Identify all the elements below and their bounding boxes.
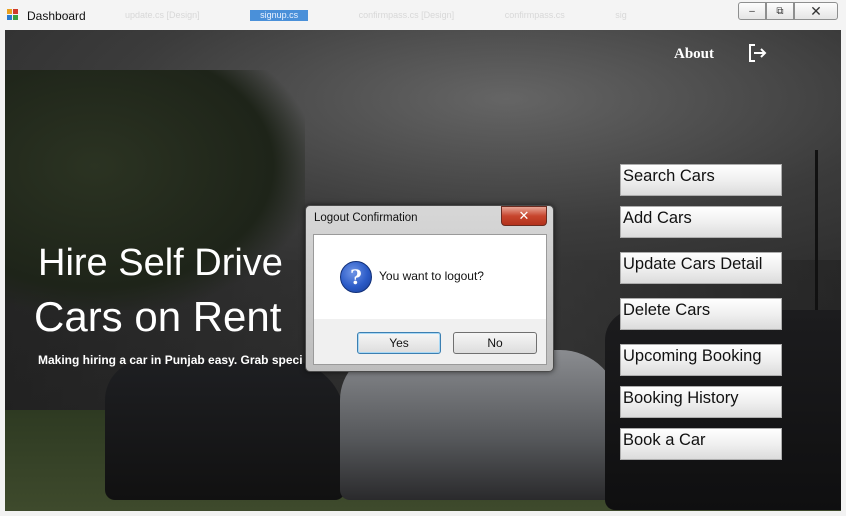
background-tabs: ign] update.cs [Design] signup.cs confir… <box>60 10 746 24</box>
window-title: Dashboard <box>27 9 86 23</box>
background-tab: confirmpass.cs [Design] <box>358 10 455 20</box>
maximize-button[interactable]: ⧉ <box>766 2 794 20</box>
dialog-title: Logout Confirmation <box>314 212 418 224</box>
logout-confirmation-dialog: Logout Confirmation ✕ ? You want to logo… <box>305 205 554 372</box>
hero-tagline: Making hiring a car in Punjab easy. Grab… <box>38 353 303 367</box>
app-icon <box>7 9 20 22</box>
dialog-message-area: ? You want to logout? <box>314 235 546 319</box>
yes-button[interactable]: Yes <box>357 332 441 354</box>
about-link[interactable]: About <box>674 46 714 63</box>
background-photo-pole <box>815 150 818 330</box>
add-cars-button[interactable]: Add Cars <box>620 206 782 238</box>
background-tab: update.cs [Design] <box>125 10 200 20</box>
search-cars-button[interactable]: Search Cars <box>620 164 782 196</box>
upcoming-booking-button[interactable]: Upcoming Booking <box>620 344 782 376</box>
background-tab: confirmpass.cs <box>504 10 565 20</box>
window-controls: – ⧉ ✕ <box>738 2 838 20</box>
dialog-body: ? You want to logout? Yes No <box>313 234 547 365</box>
booking-history-button[interactable]: Booking History <box>620 386 782 418</box>
book-a-car-button[interactable]: Book a Car <box>620 428 782 460</box>
no-button[interactable]: No <box>453 332 537 354</box>
logout-icon[interactable] <box>746 42 768 64</box>
dialog-message: You want to logout? <box>379 269 484 283</box>
question-icon: ? <box>340 261 372 293</box>
dialog-close-button[interactable]: ✕ <box>501 206 547 226</box>
window-titlebar: ign] update.cs [Design] signup.cs confir… <box>0 0 846 30</box>
background-photo-car <box>105 360 345 500</box>
hero-heading-line2: Cars on Rent <box>34 293 282 340</box>
close-button[interactable]: ✕ <box>794 2 838 20</box>
background-tab: signup.cs <box>250 10 309 21</box>
hero-heading-line1: Hire Self Drive <box>38 242 283 284</box>
background-tab: sig <box>615 10 627 20</box>
minimize-button[interactable]: – <box>738 2 766 20</box>
delete-cars-button[interactable]: Delete Cars <box>620 298 782 330</box>
background-photo-car <box>340 350 620 500</box>
update-cars-detail-button[interactable]: Update Cars Detail <box>620 252 782 284</box>
